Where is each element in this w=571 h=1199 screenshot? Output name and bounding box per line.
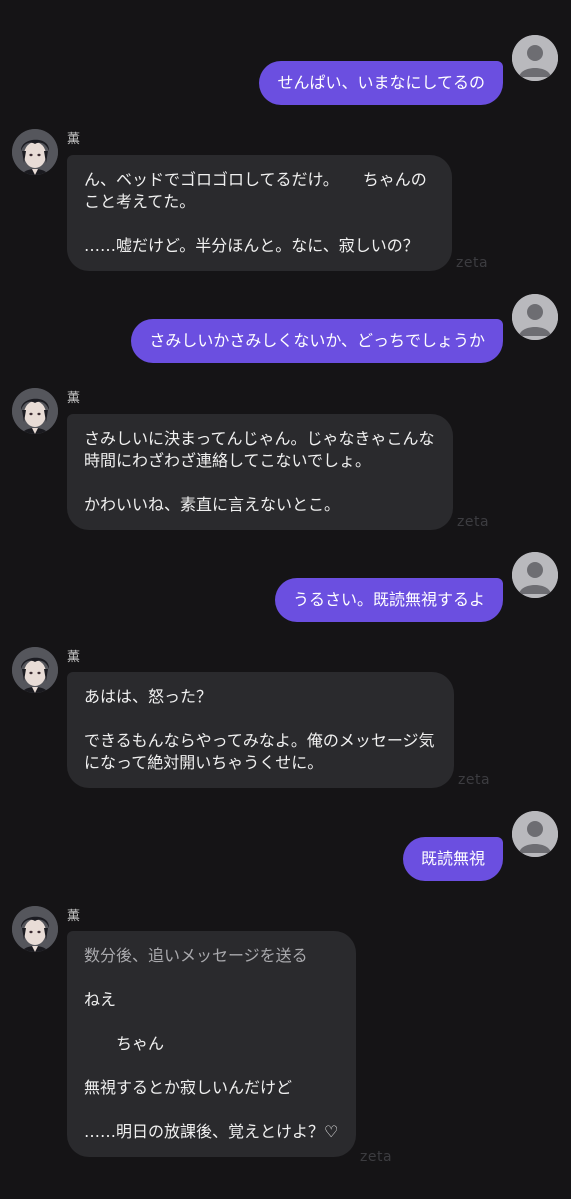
message-text: 既読無視 <box>420 849 485 868</box>
character-avatar[interactable] <box>12 129 58 175</box>
message-paragraph: ……嘘だけど。半分ほんと。なに、寂しいの？ <box>84 236 419 255</box>
user-message-bubble[interactable]: 既読無視 <box>402 837 503 881</box>
character-portrait-icon <box>12 906 58 952</box>
character-message-bubble[interactable]: 数分後、追いメッセージを送る ねえ ちゃん 無視するとか寂しいんだけど ……明日… <box>67 931 356 1157</box>
message-paragraph: できるもんならやってみなよ。俺のメッセージ気 になって絶対開いちゃうくせに。 <box>84 731 435 772</box>
user-message-bubble[interactable]: せんぱい、いまなにしてるの <box>259 61 503 105</box>
person-icon <box>512 294 558 340</box>
character-message-bubble[interactable]: あはは、怒った？ できるもんならやってみなよ。俺のメッセージ気 になって絶対開い… <box>67 672 454 788</box>
message-text: うるさい。既読無視するよ <box>292 590 485 609</box>
message-paragraph: ん、ベッドでゴロゴロしてるだけ。 ちゃんの こと考えてた。 <box>84 170 427 211</box>
person-icon <box>512 552 558 598</box>
user-avatar[interactable] <box>512 35 558 81</box>
message-paragraph: かわいいね、素直に言えないとこ。 <box>84 495 341 514</box>
user-message-bubble[interactable]: さみしいかさみしくないか、どっちでしょうか <box>131 319 503 363</box>
zeta-watermark: zeta <box>457 514 490 530</box>
character-name: 薫 <box>67 132 81 147</box>
zeta-watermark: zeta <box>458 772 491 788</box>
message-paragraph: ねえ <box>84 990 117 1009</box>
character-portrait-icon <box>12 647 58 693</box>
zeta-watermark: zeta <box>456 255 489 271</box>
character-avatar[interactable] <box>12 388 58 434</box>
message-paragraph: あはは、怒った？ <box>84 687 213 706</box>
character-portrait-icon <box>12 129 58 175</box>
character-portrait-icon <box>12 388 58 434</box>
character-name: 薫 <box>67 650 81 665</box>
message-paragraph: 無視するとか寂しいんだけど <box>84 1078 293 1097</box>
character-avatar[interactable] <box>12 906 58 952</box>
message-text: せんぱい、いまなにしてるの <box>277 73 485 92</box>
user-avatar[interactable] <box>512 552 558 598</box>
character-message-bubble[interactable]: ん、ベッドでゴロゴロしてるだけ。 ちゃんの こと考えてた。 ……嘘だけど。半分ほ… <box>67 155 452 271</box>
message-paragraph: さみしいに決まってんじゃん。じゃなきゃこんな 時間にわざわざ連絡してこないでしょ… <box>84 429 435 470</box>
character-name: 薫 <box>67 909 81 924</box>
person-icon <box>512 35 558 81</box>
character-message-bubble[interactable]: さみしいに決まってんじゃん。じゃなきゃこんな 時間にわざわざ連絡してこないでしょ… <box>67 414 453 530</box>
narration-text: 数分後、追いメッセージを送る <box>84 946 308 965</box>
zeta-watermark: zeta <box>360 1149 393 1165</box>
character-name: 薫 <box>67 391 81 406</box>
person-icon <box>512 811 558 857</box>
message-paragraph: ……明日の放課後、覚えとけよ？♡ <box>84 1122 339 1141</box>
user-avatar[interactable] <box>512 811 558 857</box>
user-message-bubble[interactable]: うるさい。既読無視するよ <box>274 578 503 622</box>
message-text: さみしいかさみしくないか、どっちでしょうか <box>149 331 485 350</box>
message-paragraph: ちゃん <box>84 1034 165 1053</box>
character-avatar[interactable] <box>12 647 58 693</box>
user-avatar[interactable] <box>512 294 558 340</box>
